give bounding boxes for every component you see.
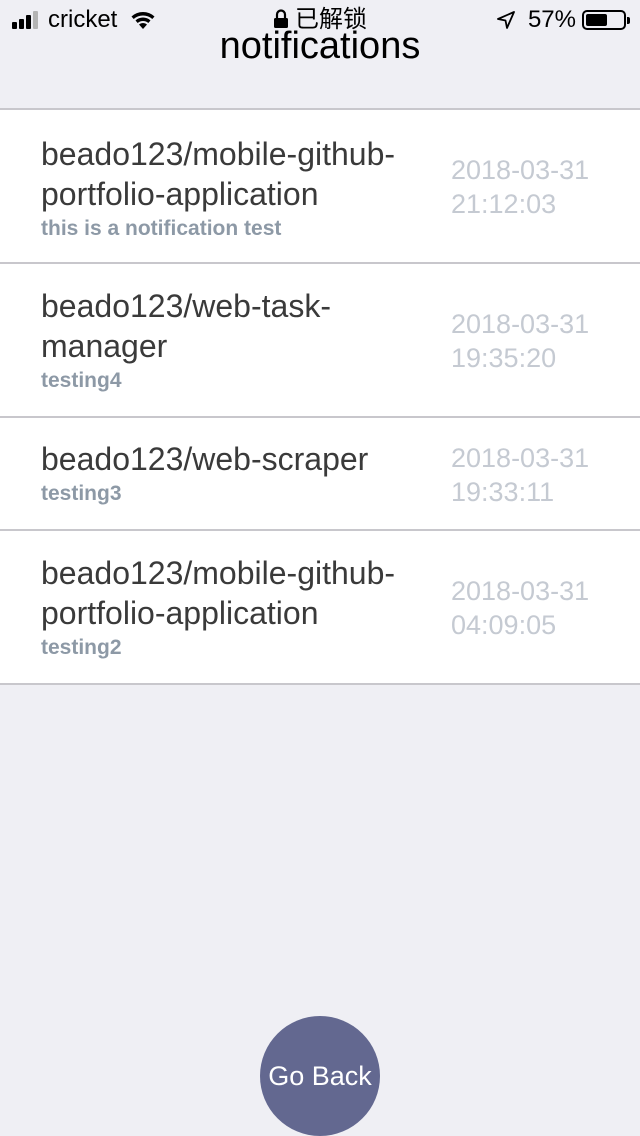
notification-row[interactable]: beado123/mobile-github-portfolio-applica… bbox=[0, 531, 640, 685]
notification-content: beado123/mobile-github-portfolio-applica… bbox=[41, 134, 426, 242]
notification-repo: beado123/mobile-github-portfolio-applica… bbox=[41, 136, 396, 212]
notification-content: beado123/web-scraper testing3 bbox=[41, 439, 426, 507]
notification-time: 04:09:05 bbox=[451, 610, 557, 640]
notification-row[interactable]: beado123/mobile-github-portfolio-applica… bbox=[0, 110, 640, 264]
battery-nub bbox=[627, 17, 630, 24]
notification-timestamp: 2018-03-31 19:33:11 bbox=[451, 441, 631, 509]
notification-timestamp: 2018-03-31 19:35:20 bbox=[451, 307, 631, 375]
notification-message: testing4 bbox=[41, 369, 122, 392]
notification-content: beado123/web-task-manager testing4 bbox=[41, 286, 426, 394]
notification-message: testing2 bbox=[41, 636, 122, 659]
notification-list: beado123/mobile-github-portfolio-applica… bbox=[0, 108, 640, 685]
notification-date: 2018-03-31 bbox=[451, 443, 590, 473]
notification-repo: beado123/web-scraper bbox=[41, 441, 369, 477]
notification-repo: beado123/mobile-github-portfolio-applica… bbox=[41, 555, 396, 631]
notification-repo: beado123/web-task-manager bbox=[41, 288, 331, 364]
page-title: notifications bbox=[219, 25, 421, 67]
notification-time: 19:33:11 bbox=[451, 477, 555, 507]
notification-time: 21:12:03 bbox=[451, 189, 557, 219]
notification-date: 2018-03-31 bbox=[451, 309, 590, 339]
notification-content: beado123/mobile-github-portfolio-applica… bbox=[41, 553, 426, 661]
go-back-button[interactable]: Go Back bbox=[260, 1016, 380, 1136]
notification-date: 2018-03-31 bbox=[451, 155, 590, 185]
notification-message: this is a notification test bbox=[41, 217, 282, 240]
notification-date: 2018-03-31 bbox=[451, 576, 590, 606]
notification-time: 19:35:20 bbox=[451, 343, 557, 373]
notification-message: testing3 bbox=[41, 482, 122, 505]
notification-row[interactable]: beado123/web-task-manager testing4 2018-… bbox=[0, 264, 640, 418]
notification-timestamp: 2018-03-31 04:09:05 bbox=[451, 574, 631, 642]
notification-timestamp: 2018-03-31 21:12:03 bbox=[451, 153, 631, 221]
notification-row[interactable]: beado123/web-scraper testing3 2018-03-31… bbox=[0, 418, 640, 531]
